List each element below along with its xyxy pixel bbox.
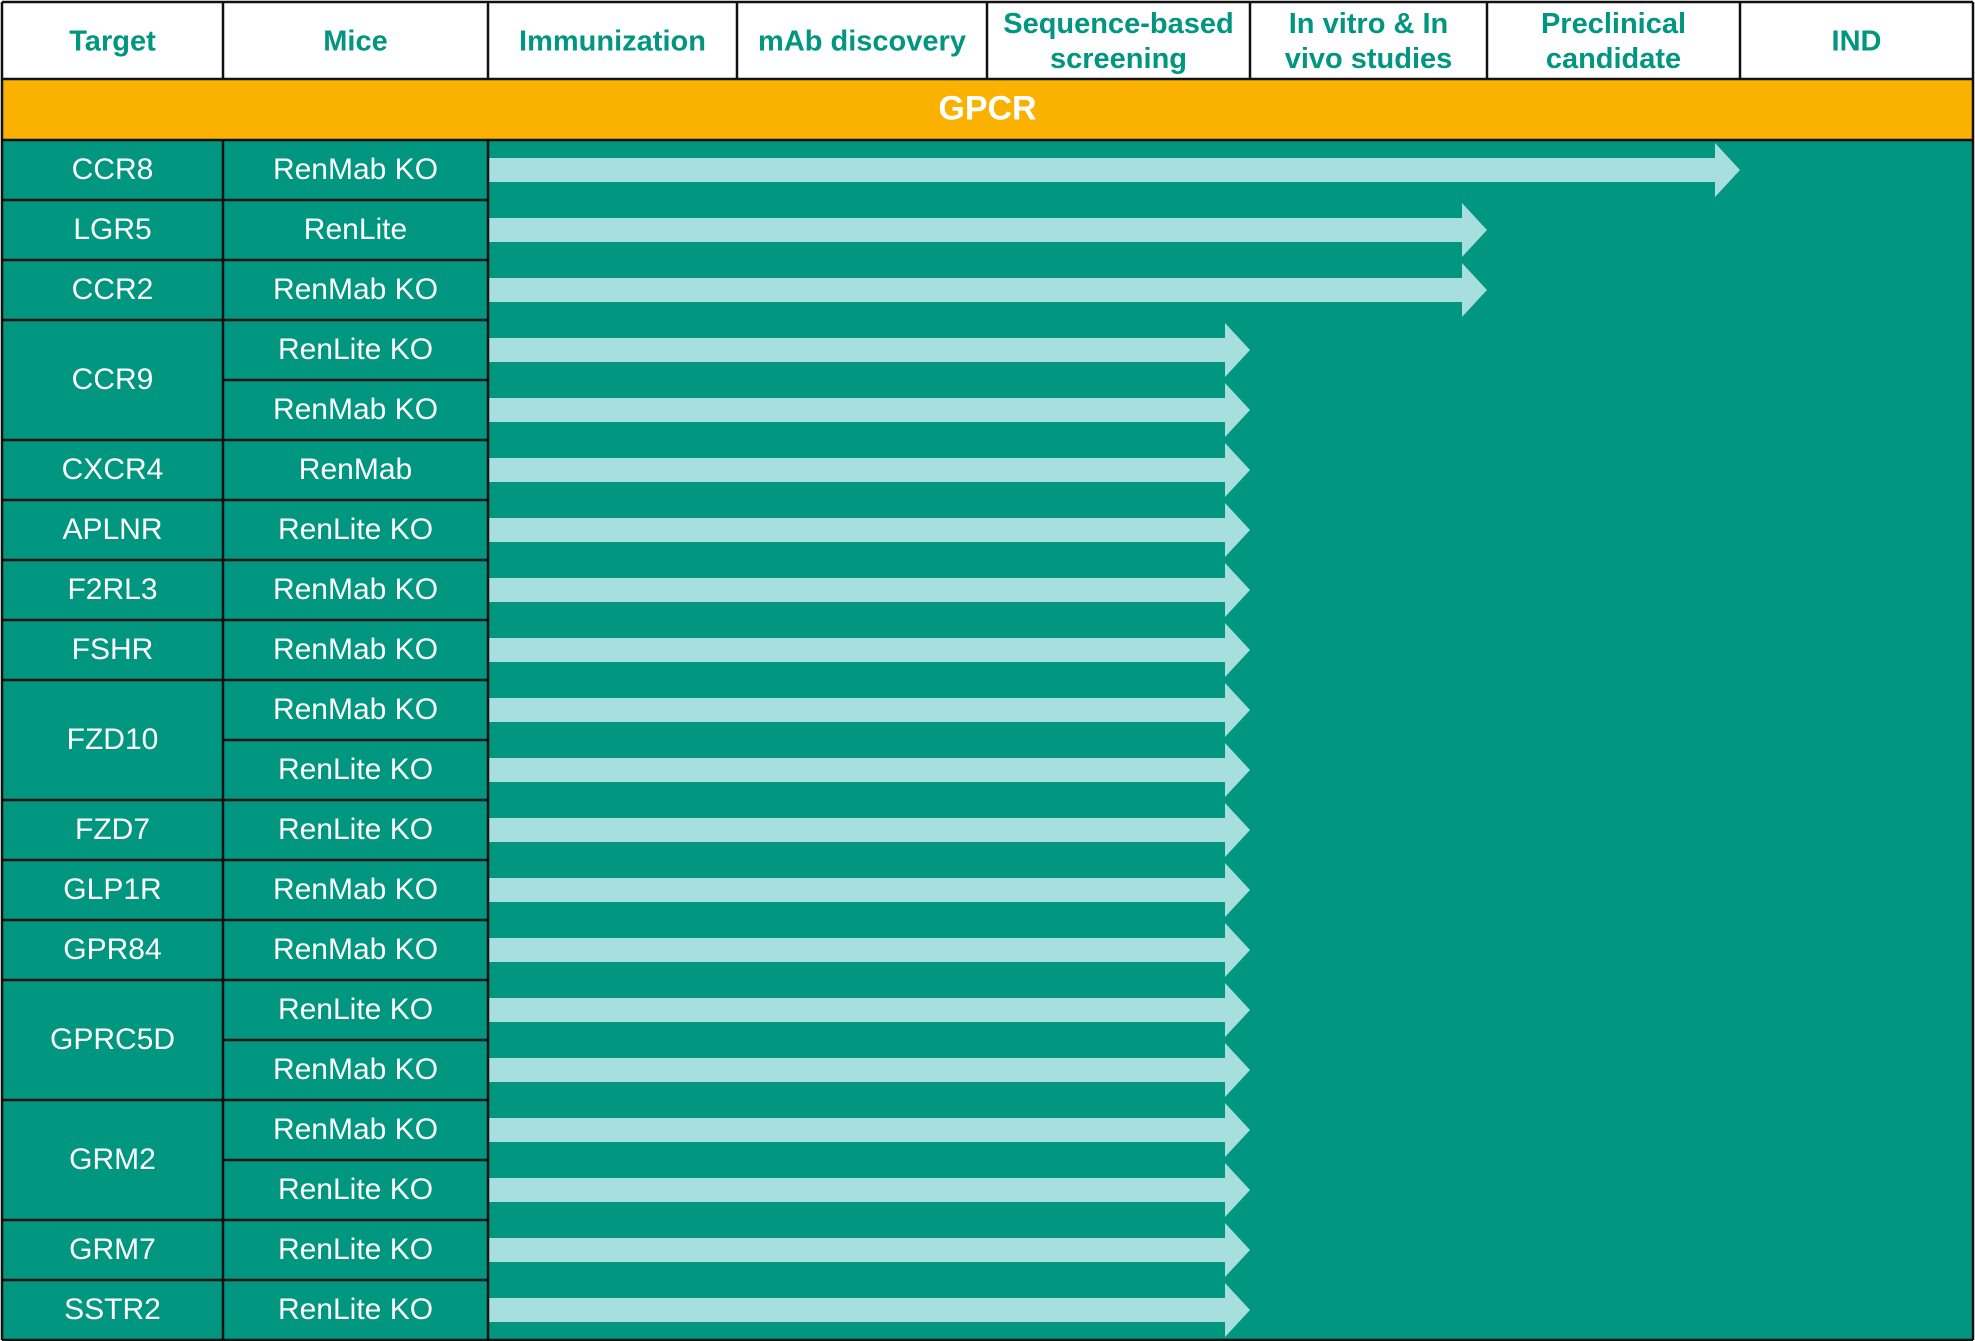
target-label: F2RL3 — [67, 573, 157, 606]
mice-label: RenLite KO — [278, 1173, 433, 1206]
mice-label: RenMab KO — [273, 573, 438, 606]
mice-label: RenMab KO — [273, 933, 438, 966]
target-label: FZD7 — [75, 813, 150, 846]
mice-label: RenMab — [299, 453, 412, 486]
target-label: FZD10 — [67, 723, 159, 756]
target-label: CCR9 — [72, 363, 154, 396]
mice-label: RenLite KO — [278, 993, 433, 1026]
target-label: CCR2 — [72, 273, 154, 306]
target-label: GRM7 — [69, 1233, 156, 1266]
target-label: GRM2 — [69, 1143, 156, 1176]
mice-label: RenLite — [304, 213, 407, 246]
target-label: CXCR4 — [62, 453, 164, 486]
target-label: GLP1R — [63, 873, 161, 906]
mice-label: RenMab KO — [273, 1053, 438, 1086]
stage-header: Target — [69, 26, 156, 58]
stage-header: IND — [1832, 26, 1882, 58]
target-label: APLNR — [62, 513, 162, 546]
stage-header: Immunization — [519, 26, 706, 58]
mice-label: RenMab KO — [273, 393, 438, 426]
mice-label: RenMab KO — [273, 273, 438, 306]
mice-label: RenLite KO — [278, 753, 433, 786]
target-label: SSTR2 — [64, 1293, 161, 1326]
target-label: CCR8 — [72, 153, 154, 186]
mice-label: RenMab KO — [273, 873, 438, 906]
pipeline-chart: Target Mice Immunization mAb discoverySeque… — [0, 0, 1975, 1341]
stage-header: mAb discovery — [758, 26, 966, 58]
mice-label: RenMab KO — [273, 1113, 438, 1146]
stage-header: Mice — [323, 26, 387, 58]
target-label: FSHR — [72, 633, 154, 666]
mice-label: RenMab KO — [273, 153, 438, 186]
mice-label: RenLite KO — [278, 333, 433, 366]
target-label: GPR84 — [63, 933, 161, 966]
mice-label: RenLite KO — [278, 1233, 433, 1266]
mice-label: RenMab KO — [273, 633, 438, 666]
mice-label: RenLite KO — [278, 1293, 433, 1326]
category-label: GPCR — [938, 89, 1036, 127]
target-label: LGR5 — [73, 213, 151, 246]
mice-label: RenLite KO — [278, 813, 433, 846]
target-label: GPRC5D — [50, 1023, 175, 1056]
mice-label: RenLite KO — [278, 513, 433, 546]
mice-label: RenMab KO — [273, 693, 438, 726]
